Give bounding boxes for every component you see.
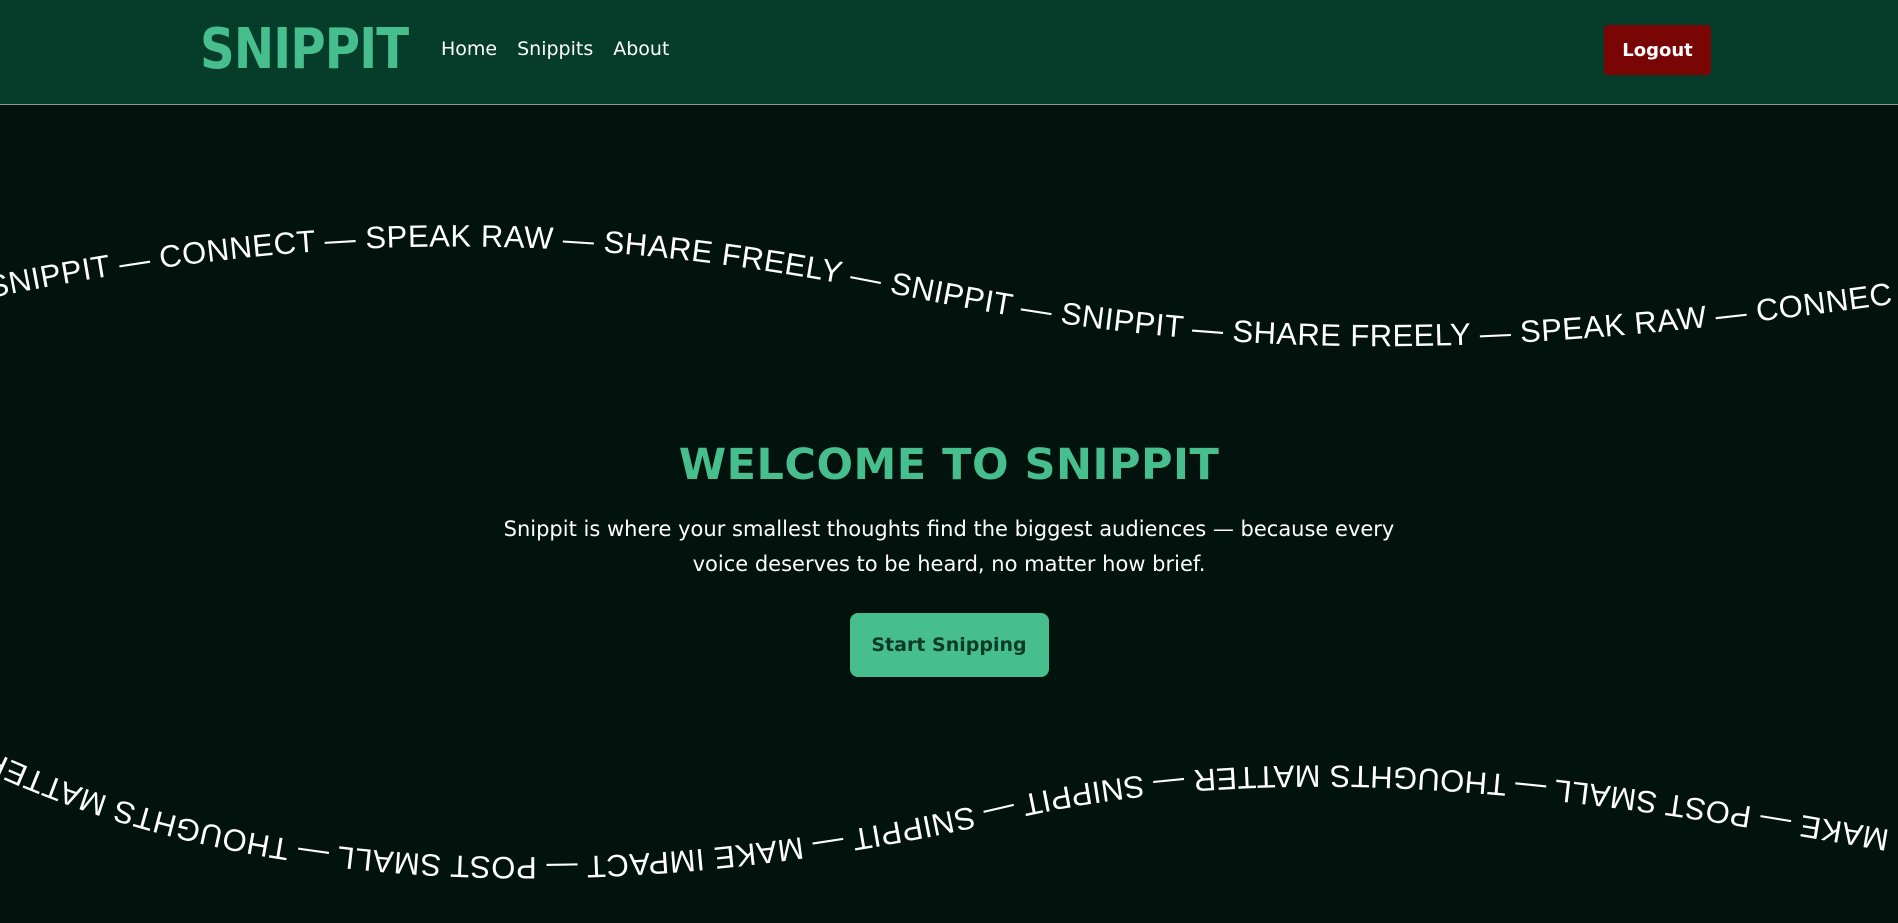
start-snipping-button[interactable]: Start Snipping <box>849 613 1049 677</box>
marquee-top: SNIPPIT — CONNECT — SPEAK RAW — SHARE FR… <box>0 218 1895 353</box>
logo-text: SNIPPIT <box>200 17 409 82</box>
nav-link-about[interactable]: About <box>613 38 669 60</box>
navbar: SNIPPIT Home Snippits About Logout <box>0 0 1898 105</box>
hero-section: WELCOME TO SNIPPIT Snippit is where your… <box>0 440 1898 677</box>
hero-title: WELCOME TO SNIPPIT <box>678 440 1220 490</box>
nav-link-snippits[interactable]: Snippits <box>517 38 593 60</box>
logo-bird-icon <box>190 46 198 54</box>
hero-description: Snippit is where your smallest thoughts … <box>503 517 1395 576</box>
nav-link-home[interactable]: Home <box>441 38 497 60</box>
logo[interactable]: SNIPPIT <box>190 20 442 80</box>
logout-button[interactable]: Logout <box>1604 25 1711 75</box>
nav-links: Home Snippits About <box>441 38 669 60</box>
